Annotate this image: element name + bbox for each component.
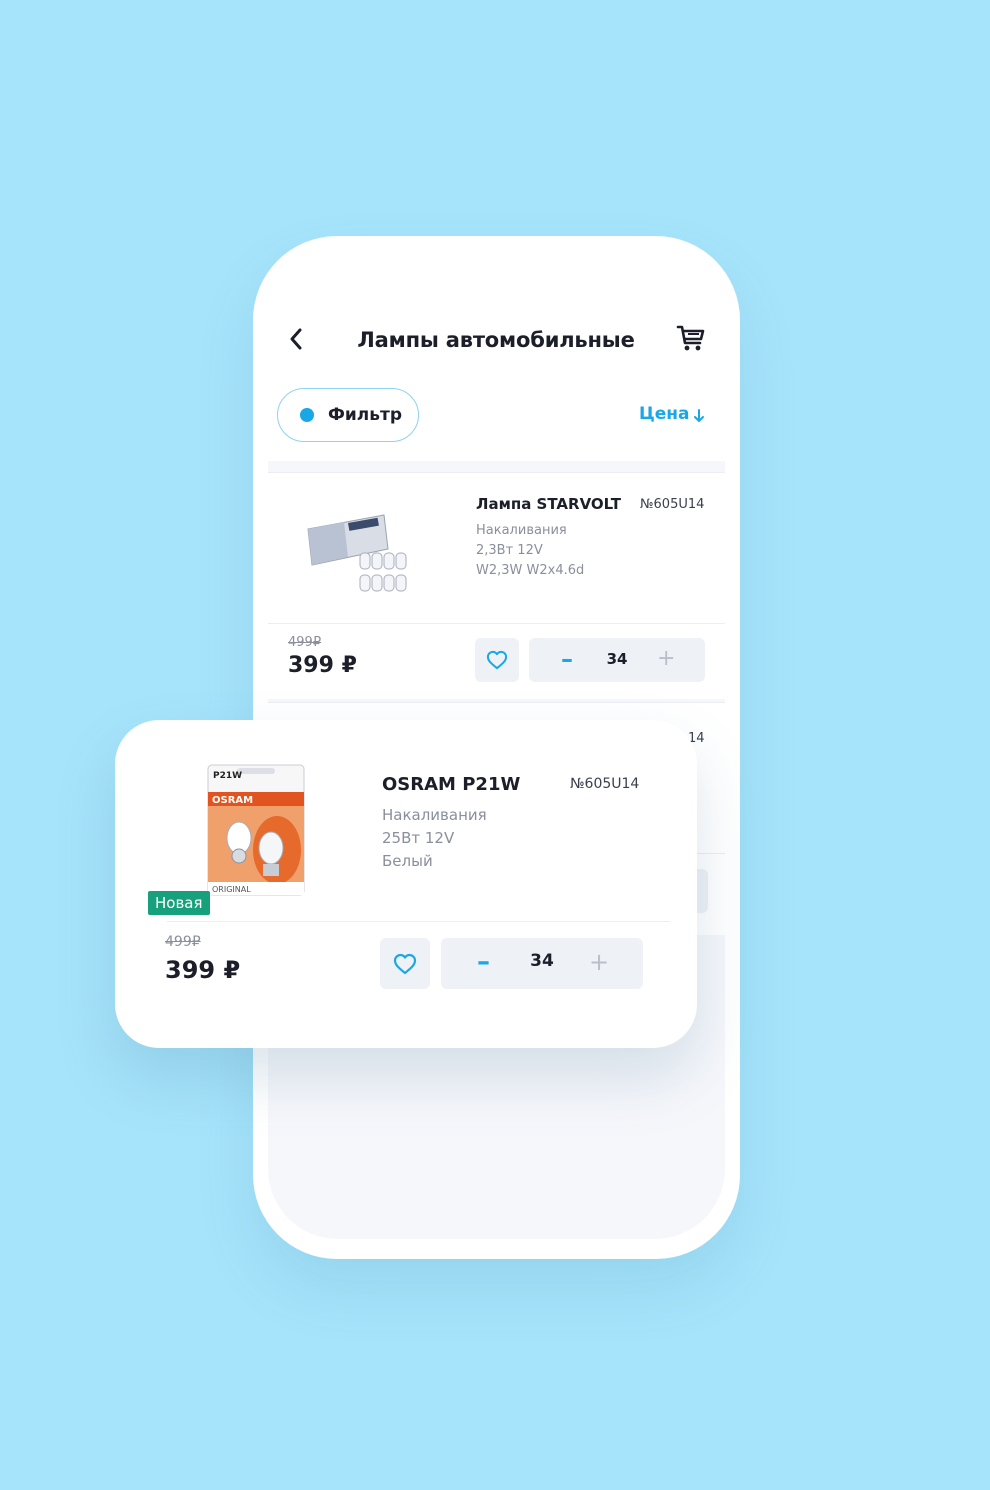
filter-button[interactable]: Фильтр <box>277 388 419 442</box>
chevron-left-icon[interactable] <box>285 326 307 352</box>
heart-icon <box>486 650 508 670</box>
sort-price-button[interactable]: Цена <box>639 404 690 424</box>
favorite-button[interactable] <box>475 638 519 682</box>
divider <box>268 623 725 624</box>
increase-button[interactable]: + <box>657 646 675 671</box>
heart-icon <box>393 953 417 974</box>
svg-text:P21W: P21W <box>213 771 242 781</box>
product-description: Накаливания 25Вт 12V Белый <box>382 804 487 873</box>
product-sku: №605U14 <box>570 776 640 792</box>
quantity-stepper[interactable]: – 34 + <box>441 938 643 989</box>
product-image <box>307 514 407 592</box>
product-card-popup[interactable]: P21W OSRAM ORIGINAL Новая OSRAM P21W №60… <box>115 720 697 1048</box>
quantity-stepper[interactable]: – 34 + <box>529 638 705 682</box>
product-name: OSRAM P21W <box>382 774 521 795</box>
product-color: Белый <box>382 852 433 870</box>
price: 399 ₽ <box>165 956 241 984</box>
page-title: Лампы автомобильные <box>357 328 635 352</box>
product-sku: №605U14 <box>640 497 705 512</box>
product-type: Накаливания <box>382 806 487 824</box>
product-power: 2,3Вт 12V <box>476 543 543 558</box>
filter-label: Фильтр <box>328 405 402 425</box>
svg-text:OSRAM: OSRAM <box>212 795 253 806</box>
arrow-down-icon[interactable] <box>693 408 705 424</box>
price: 399 ₽ <box>288 653 357 678</box>
product-name: Лампа STARVOLT <box>476 495 621 513</box>
divider <box>167 921 670 922</box>
product-description: Накаливания 2,3Вт 12V W2,3W W2x4.6d <box>476 521 584 581</box>
product-base: W2,3W W2x4.6d <box>476 563 585 578</box>
product-type: Накаливания <box>476 523 567 538</box>
svg-text:ORIGINAL: ORIGINAL <box>212 885 251 894</box>
quantity-value: 34 <box>530 951 554 971</box>
favorite-button[interactable] <box>380 938 430 989</box>
increase-button[interactable]: + <box>589 948 609 976</box>
product-image: P21W OSRAM ORIGINAL <box>207 764 305 896</box>
old-price: 499₽ <box>165 934 201 950</box>
cart-icon[interactable] <box>675 322 707 354</box>
filter-active-dot <box>300 408 314 422</box>
product-power: 25Вт 12V <box>382 829 455 847</box>
old-price: 499₽ <box>288 635 322 650</box>
new-badge: Новая <box>148 891 210 915</box>
product-card[interactable]: Лампа STARVOLT №605U14 Накаливания 2,3Вт… <box>268 472 725 699</box>
quantity-value: 34 <box>606 650 628 668</box>
